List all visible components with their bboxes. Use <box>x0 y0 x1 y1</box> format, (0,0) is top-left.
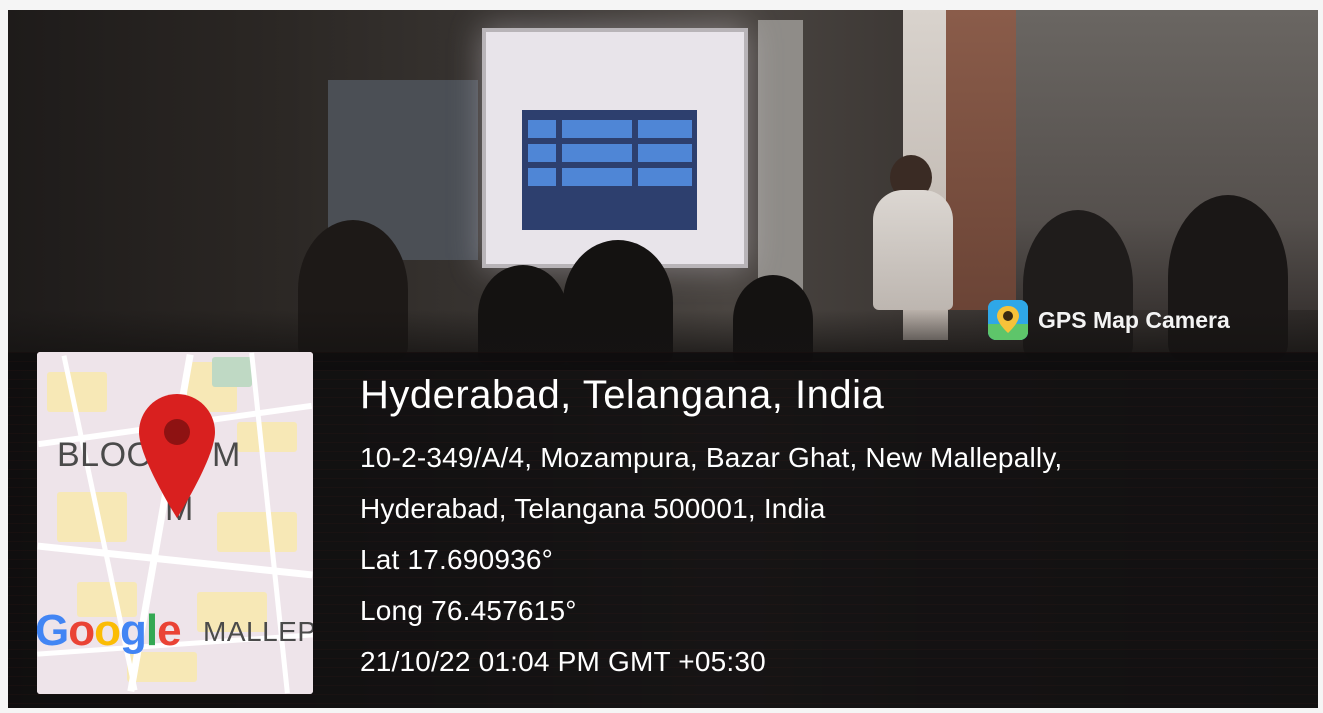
projected-slide <box>522 110 697 230</box>
presenter <box>873 190 953 310</box>
geotagged-photo: GPS Map Camera BLOO M M MALLEP Google <box>8 10 1318 708</box>
door <box>758 20 803 310</box>
pillar-side <box>946 10 1016 310</box>
longitude-readout: Long 76.457615° <box>360 595 577 626</box>
location-title: Hyderabad, Telangana, India <box>360 373 885 417</box>
location-info: Hyderabad, Telangana, India 10-2-349/A/4… <box>360 370 1062 687</box>
location-pin-icon <box>139 394 215 518</box>
map-thumbnail: BLOO M M MALLEP Google <box>37 352 313 694</box>
google-logo: Google <box>37 606 182 655</box>
timestamp: 21/10/22 01:04 PM GMT +05:30 <box>360 646 766 677</box>
address-line-1: 10-2-349/A/4, Mozampura, Bazar Ghat, New… <box>360 442 1063 473</box>
gps-map-camera-app-icon <box>988 300 1028 340</box>
projector-screen <box>482 28 748 268</box>
latitude-readout: Lat 17.690936° <box>360 544 554 575</box>
address-line-2: Hyderabad, Telangana 500001, India <box>360 493 826 524</box>
app-name-label: GPS Map Camera <box>1038 306 1230 333</box>
gps-map-camera-badge: GPS Map Camera <box>988 298 1230 342</box>
map-label-mallepally: MALLEP <box>203 616 313 647</box>
